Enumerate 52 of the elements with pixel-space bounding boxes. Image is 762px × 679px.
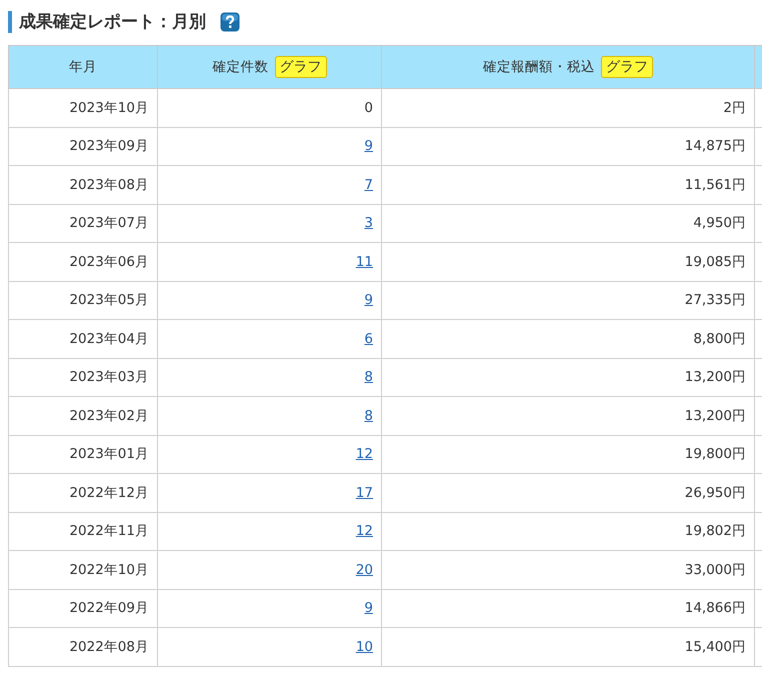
amount-text: 15,400円 (684, 638, 746, 655)
column-label: 確定報酬額・税込 (483, 58, 595, 76)
count-link[interactable]: 9 (364, 292, 373, 308)
count-link[interactable]: 7 (364, 176, 373, 193)
amount-text: 13,200円 (684, 369, 746, 386)
month-text: 2023年05月 (69, 292, 149, 308)
help-icon[interactable] (220, 12, 240, 32)
count-link[interactable]: 17 (356, 484, 373, 501)
amount-text: 2円 (723, 100, 746, 116)
month-text: 2022年09月 (69, 600, 149, 616)
count-link[interactable]: 8 (364, 408, 373, 424)
amount-text: 19,802円 (684, 523, 746, 540)
count-link[interactable]: 8 (364, 369, 373, 386)
graph-button[interactable]: グラフ (601, 56, 653, 78)
count-link[interactable]: 12 (356, 523, 373, 540)
amount-text: 19,800円 (684, 446, 746, 462)
count-link[interactable]: 9 (364, 138, 373, 154)
amount-text: 33,000円 (684, 562, 746, 578)
month-text: 2023年06月 (69, 254, 149, 270)
count-link[interactable]: 6 (364, 330, 373, 347)
month-text: 2023年01月 (69, 446, 149, 462)
column-label: 年月 (69, 58, 97, 76)
count-link[interactable]: 20 (356, 562, 373, 578)
month-text: 2022年08月 (69, 638, 149, 655)
amount-text: 11,561円 (684, 176, 746, 193)
month-text: 2022年12月 (69, 484, 149, 501)
page-title: 成果確定レポート：月別 (8, 11, 206, 33)
month-text: 2023年08月 (69, 176, 149, 193)
month-text: 2023年07月 (69, 215, 149, 232)
amount-text: 14,866円 (684, 600, 746, 616)
count-link[interactable]: 9 (364, 600, 373, 616)
month-text: 2023年03月 (69, 369, 149, 386)
amount-text: 8,800円 (693, 330, 746, 347)
count-link[interactable]: 11 (356, 254, 373, 270)
count-link[interactable]: 12 (356, 446, 373, 462)
count-link[interactable]: 3 (364, 215, 373, 232)
month-text: 2022年11月 (69, 523, 149, 540)
column-label: 確定件数 (212, 58, 268, 76)
month-text: 2023年10月 (69, 100, 149, 116)
amount-text: 19,085円 (684, 254, 746, 270)
amount-text: 14,875円 (684, 138, 746, 154)
amount-text: 26,950円 (684, 484, 746, 501)
month-text: 2023年04月 (69, 330, 149, 347)
amount-text: 27,335円 (684, 292, 746, 308)
graph-button[interactable]: グラフ (274, 56, 326, 78)
month-text: 2023年09月 (69, 138, 149, 154)
count-text: 0 (364, 100, 373, 116)
month-text: 2023年02月 (69, 408, 149, 424)
month-text: 2022年10月 (69, 562, 149, 578)
amount-text: 4,950円 (693, 215, 746, 232)
amount-text: 13,200円 (684, 408, 746, 424)
count-link[interactable]: 10 (356, 638, 373, 655)
